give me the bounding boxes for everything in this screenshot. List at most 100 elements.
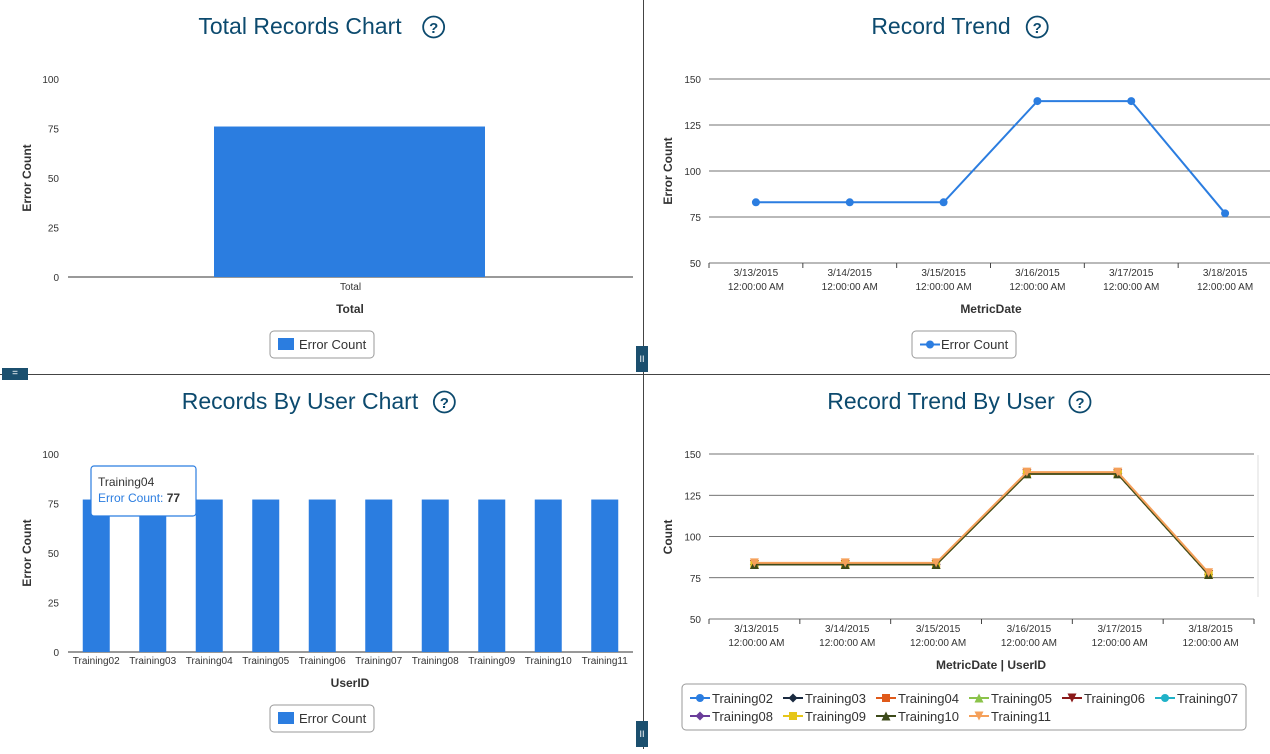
x-tick-label: 3/16/2015 [1007, 624, 1052, 635]
x-tick-label: 3/15/2015 [921, 268, 966, 279]
y-axis-label: Count [661, 520, 675, 555]
x-tick-label: 12:00:00 AM [1197, 282, 1253, 293]
series-line-training08 [754, 472, 1210, 576]
legend-label: Training05 [991, 691, 1052, 706]
data-point [1033, 97, 1042, 106]
chart-title: Record Trend [871, 13, 1010, 39]
x-tick-label: 3/16/2015 [1015, 268, 1060, 279]
x-tick-label: Training11 [582, 656, 629, 667]
x-tick-label: 3/18/2015 [1188, 624, 1233, 635]
series-line-training09 [754, 472, 1210, 576]
y-tick-label: 50 [48, 174, 60, 185]
data-point [1127, 97, 1136, 106]
vertical-splitter-handle-top[interactable]: II [636, 346, 648, 372]
series-line-training04 [754, 472, 1210, 576]
y-tick-label: 150 [684, 450, 701, 461]
y-tick-label: 50 [690, 259, 702, 270]
legend-label: Error Count [299, 337, 367, 352]
x-tick-label: 3/14/2015 [825, 624, 870, 635]
horizontal-splitter[interactable] [0, 374, 1270, 375]
legend: Error Count [269, 330, 375, 359]
x-tick-label: Training03 [129, 656, 176, 667]
chart-total-records: Total Records Chart ? 0 25 50 75 100 Total Total… [20, 13, 633, 359]
chart-title: Records By User Chart [182, 388, 419, 414]
legend-label: Error Count [941, 337, 1009, 352]
x-axis-label: Total [336, 302, 364, 316]
legend-label: Training04 [898, 691, 959, 706]
legend-label: Training02 [712, 691, 773, 706]
y-tick-label: 50 [690, 615, 702, 626]
bar-training02 [82, 499, 110, 652]
data-point [845, 198, 854, 207]
bar-training08 [421, 499, 449, 652]
y-tick-label: 125 [684, 491, 701, 502]
y-tick-label: 75 [690, 213, 702, 224]
legend: Error Count [269, 704, 375, 733]
help-glyph: ? [440, 395, 449, 412]
y-tick-label: 75 [48, 500, 60, 511]
tooltip-label: Error Count: 77 [98, 491, 180, 505]
x-tick-label: 12:00:00 AM [728, 282, 784, 293]
legend: Training02 Training03 Training04 Training05… [681, 683, 1247, 731]
panel-records-by-user: Records By User Chart? 0 25 50 75 100 Training… [0, 375, 643, 749]
bar-total [214, 126, 485, 278]
series-line-training10 [754, 472, 1210, 576]
legend-label: Training10 [898, 709, 959, 724]
bar-training10 [534, 499, 562, 652]
help-button[interactable]: ? [422, 15, 446, 39]
series-line-error-count [755, 100, 1226, 214]
x-tick-label: Total [340, 282, 361, 293]
x-tick-label: 12:00:00 AM [728, 638, 784, 649]
panel-total-records: Total Records Chart? 0 25 50 75 100 Total Total… [0, 0, 643, 374]
help-glyph: ? [1033, 20, 1042, 37]
legend-label: Training08 [712, 709, 773, 724]
y-tick-label: 125 [684, 121, 701, 132]
help-button[interactable]: ? [1068, 390, 1092, 414]
data-point [751, 198, 760, 207]
x-tick-label: Training06 [299, 656, 346, 667]
vertical-splitter-handle-bottom[interactable]: II [636, 721, 648, 747]
bar-training05 [252, 499, 280, 652]
x-axis-label: UserID [331, 676, 370, 690]
help-button[interactable]: ? [432, 390, 456, 414]
x-tick-label: 3/15/2015 [916, 624, 961, 635]
y-tick-label: 100 [684, 533, 701, 544]
legend-label: Training03 [805, 691, 866, 706]
chart-title: Total Records Chart [198, 13, 402, 39]
panel-record-trend: Record Trend? 50 75 100 125 150 3/13/2015 12:00… [644, 0, 1270, 374]
y-tick-label: 0 [53, 648, 59, 659]
x-tick-label: 12:00:00 AM [916, 282, 972, 293]
y-axis-label: Error Count [20, 144, 34, 211]
x-tick-label: 3/13/2015 [734, 624, 779, 635]
legend-swatch [278, 712, 294, 724]
legend-marker [882, 694, 890, 702]
help-glyph: ? [1075, 395, 1084, 412]
y-axis-label: Error Count [661, 137, 675, 204]
x-tick-label: Training08 [412, 656, 459, 667]
series-line-training02 [754, 472, 1210, 576]
bar-training03 [139, 499, 167, 652]
x-axis-label: MetricDate | UserID [936, 658, 1046, 672]
legend-marker [926, 340, 934, 349]
x-tick-label: 3/17/2015 [1109, 268, 1154, 279]
x-axis-label: MetricDate [960, 302, 1022, 316]
series-line-training06 [754, 472, 1210, 576]
x-tick-label: 12:00:00 AM [1092, 638, 1148, 649]
x-tick-label: 12:00:00 AM [1183, 638, 1239, 649]
series-line-training03 [754, 472, 1210, 576]
bar-training09 [478, 499, 506, 652]
horizontal-splitter-handle[interactable]: = [2, 368, 28, 380]
y-tick-label: 100 [42, 75, 59, 86]
legend-label: Training11 [991, 709, 1051, 724]
panel-record-trend-by-user: Record Trend By User? 50 75 100 125 150 3/13/2… [644, 375, 1270, 749]
tooltip-value: 77 [167, 491, 181, 505]
x-tick-label: 12:00:00 AM [910, 638, 966, 649]
y-tick-label: 75 [690, 574, 702, 585]
x-tick-label: 12:00:00 AM [819, 638, 875, 649]
help-button[interactable]: ? [1025, 15, 1049, 39]
y-tick-label: 25 [48, 224, 60, 235]
x-tick-label: Training05 [242, 656, 289, 667]
x-tick-label: Training02 [73, 656, 120, 667]
y-tick-label: 75 [48, 125, 60, 136]
x-tick-label: 12:00:00 AM [1103, 282, 1159, 293]
